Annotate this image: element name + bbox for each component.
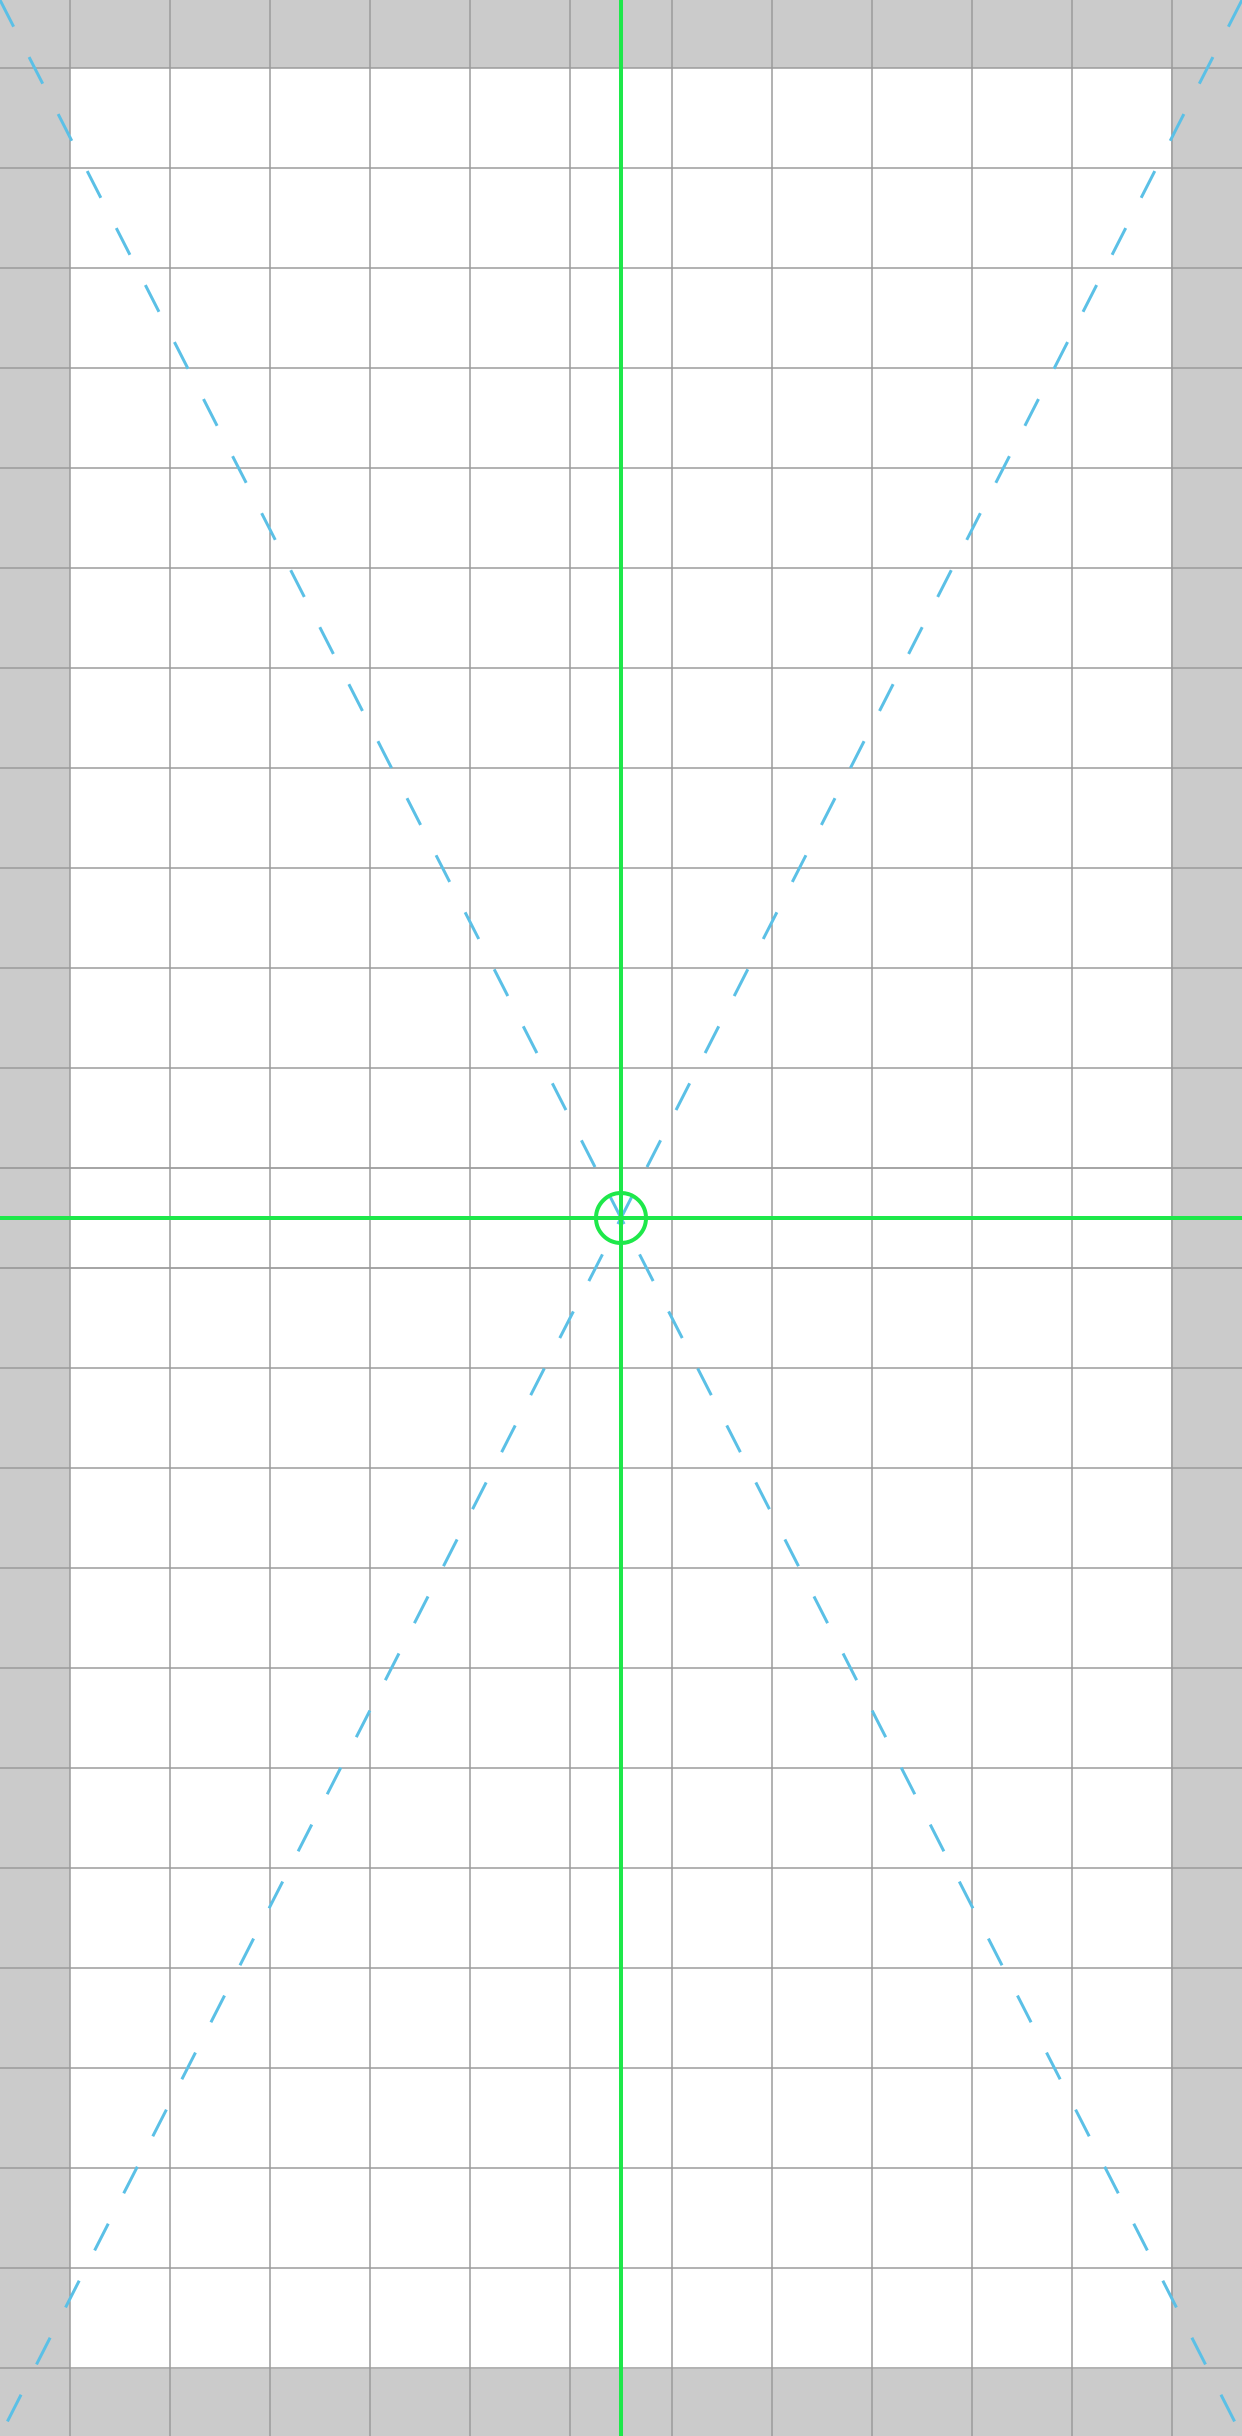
alignment-guide-canvas [0, 0, 1242, 2436]
